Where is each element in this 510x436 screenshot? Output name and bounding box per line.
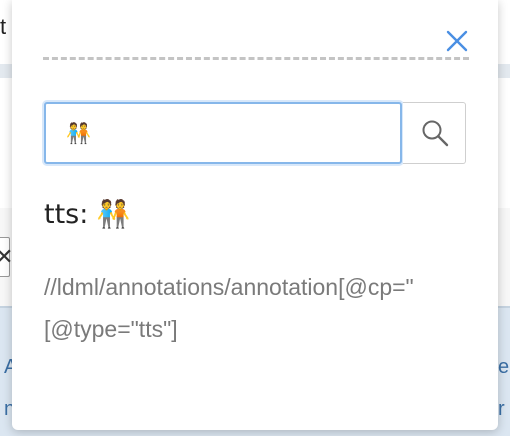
background-close-button[interactable]: ✕ (0, 237, 13, 277)
background-link-fragment[interactable]: r (498, 398, 505, 421)
header-divider (43, 57, 469, 60)
search-icon (422, 120, 449, 147)
xpath-line-2: [@type="tts"] (44, 316, 178, 342)
close-button[interactable] (442, 26, 472, 56)
close-icon[interactable] (442, 26, 472, 56)
xpath-line-1: //ldml/annotations/annotation[@cp=" (44, 274, 414, 300)
background-title-fragment: t (0, 14, 7, 39)
search-input[interactable] (66, 118, 386, 148)
search-field[interactable] (44, 102, 402, 164)
tts-annotation: tts: 🧑‍🤝‍🧑 (44, 199, 131, 230)
search-button[interactable] (403, 102, 466, 164)
background-link-fragment[interactable]: e (498, 356, 509, 379)
xpath-text: //ldml/annotations/annotation[@cp=" [@ty… (44, 266, 498, 350)
info-popover: tts: 🧑‍🤝‍🧑 //ldml/annotations/annotation… (12, 0, 498, 430)
